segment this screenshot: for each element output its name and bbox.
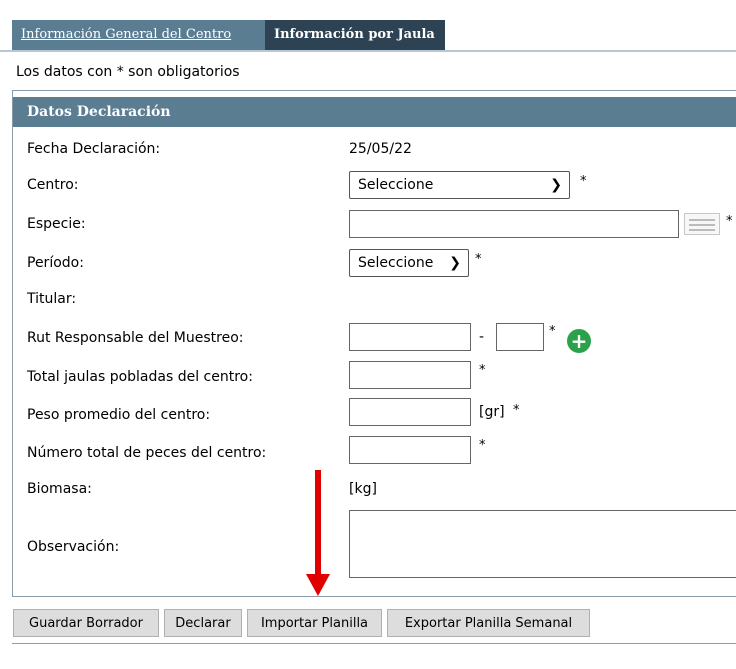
observacion-label: Observación: bbox=[27, 539, 120, 555]
tab-informacion-general[interactable]: Información General del Centro bbox=[12, 20, 265, 50]
footer-divider bbox=[12, 643, 736, 644]
declarar-button[interactable]: Declarar bbox=[164, 609, 242, 637]
importar-planilla-button[interactable]: Importar Planilla bbox=[247, 609, 382, 637]
rut-separator: - bbox=[479, 329, 485, 345]
exportar-planilla-semanal-button[interactable]: Exportar Planilla Semanal bbox=[387, 609, 590, 637]
required-mark: * bbox=[580, 174, 587, 189]
rut-dv-input[interactable] bbox=[496, 323, 544, 351]
jaulas-input[interactable] bbox=[349, 361, 471, 389]
required-note: Los datos con * son obligatorios bbox=[16, 64, 240, 80]
guardar-borrador-button[interactable]: Guardar Borrador bbox=[13, 609, 159, 637]
peso-label: Peso promedio del centro: bbox=[27, 407, 211, 423]
required-mark: * bbox=[549, 324, 556, 339]
required-mark: * bbox=[513, 403, 520, 418]
add-circle-icon[interactable]: + bbox=[567, 329, 591, 353]
required-mark: * bbox=[479, 438, 486, 453]
required-mark: * bbox=[726, 214, 733, 229]
especie-input[interactable] bbox=[349, 210, 679, 238]
rut-number-input[interactable] bbox=[349, 323, 471, 351]
especie-label: Especie: bbox=[27, 216, 86, 232]
centro-label: Centro: bbox=[27, 177, 79, 193]
tab-underline bbox=[0, 50, 736, 52]
chevron-down-icon: ❯ bbox=[449, 255, 461, 271]
required-mark: * bbox=[475, 252, 482, 267]
periodo-select[interactable]: Seleccione ❯ bbox=[349, 249, 469, 277]
titular-label: Titular: bbox=[27, 291, 77, 307]
section-title: Datos Declaración bbox=[13, 97, 736, 127]
required-mark: * bbox=[479, 363, 486, 378]
fecha-label: Fecha Declaración: bbox=[27, 141, 161, 157]
annotation-arrow-shaft bbox=[315, 470, 321, 576]
chevron-down-icon: ❯ bbox=[550, 177, 562, 193]
jaulas-label: Total jaulas pobladas del centro: bbox=[27, 369, 253, 385]
centro-select[interactable]: Seleccione ❯ bbox=[349, 171, 570, 199]
centro-selected: Seleccione bbox=[358, 177, 434, 193]
biomasa-label: Biomasa: bbox=[27, 481, 92, 497]
list-lookup-icon[interactable] bbox=[684, 213, 720, 235]
peces-label: Número total de peces del centro: bbox=[27, 445, 267, 461]
annotation-arrow-head-icon bbox=[306, 574, 330, 596]
rut-label: Rut Responsable del Muestreo: bbox=[27, 330, 244, 346]
tab-informacion-por-jaula[interactable]: Información por Jaula bbox=[265, 20, 445, 50]
fecha-value: 25/05/22 bbox=[349, 141, 412, 157]
peces-input[interactable] bbox=[349, 436, 471, 464]
periodo-selected: Seleccione bbox=[358, 255, 434, 271]
periodo-label: Período: bbox=[27, 255, 84, 271]
peso-unit: [gr] bbox=[479, 404, 505, 420]
peso-input[interactable] bbox=[349, 398, 471, 426]
observacion-textarea[interactable] bbox=[349, 510, 736, 578]
biomasa-unit: [kg] bbox=[349, 481, 377, 497]
